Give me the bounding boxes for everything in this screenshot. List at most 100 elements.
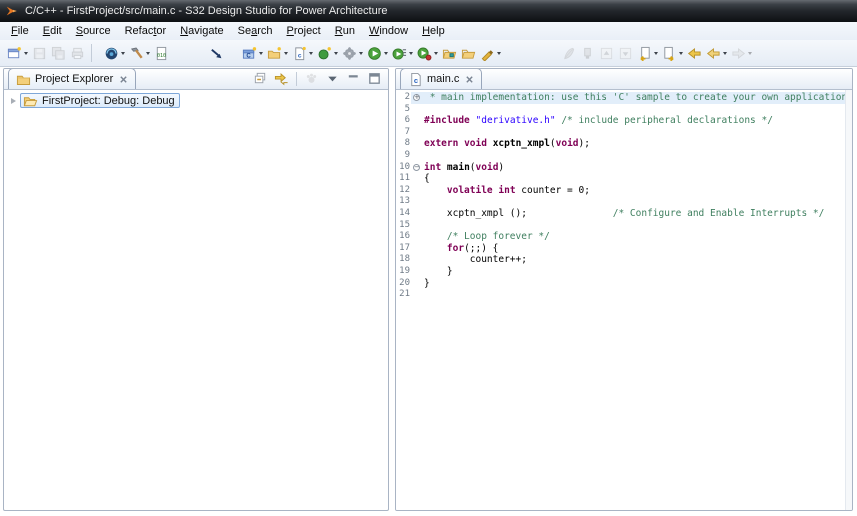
line-number[interactable]: 5 [396,104,411,116]
code-line[interactable]: 21 [396,289,845,301]
menu-help[interactable]: Help [415,23,452,39]
expander-arrow-icon[interactable] [11,98,16,104]
line-number[interactable]: 16 [396,231,411,243]
line-number[interactable]: 9 [396,150,411,162]
dropdown-arrow-icon[interactable] [24,52,28,55]
menu-search[interactable]: Search [231,23,280,39]
line-number[interactable]: 2 [396,92,411,104]
menu-window[interactable]: Window [362,23,415,39]
menu-source[interactable]: Source [69,23,118,39]
dropdown-arrow-icon[interactable] [679,52,683,55]
collapse-all-icon[interactable] [253,71,268,86]
code-line[interactable]: 12 volatile int counter = 0; [396,185,845,197]
config-tool-button[interactable] [340,42,365,64]
code-line[interactable]: 2+ * main implementation: use this 'C' s… [396,92,845,104]
code-line[interactable]: 11{ [396,173,845,185]
dropdown-arrow-icon[interactable] [259,52,263,55]
code-line[interactable]: 20} [396,278,845,290]
code-line[interactable]: 14 xcptn_xmpl (); /* Configure and Enabl… [396,208,845,220]
code-line[interactable]: 9 [396,150,845,162]
code-text: * main implementation: use this 'C' samp… [422,92,853,104]
line-number[interactable]: 15 [396,220,411,232]
run-button[interactable] [365,42,390,64]
next-edit-location-button[interactable] [660,42,685,64]
back-button[interactable] [704,42,729,64]
code-line[interactable]: 13 [396,196,845,208]
build-button[interactable] [127,42,152,64]
minimize-icon[interactable] [346,71,361,86]
tree-item-firstproject[interactable]: FirstProject: Debug: Debug [20,93,180,108]
fold-expand-icon[interactable]: + [413,94,420,101]
flash-programmer-button[interactable] [102,42,127,64]
menu-edit[interactable]: Edit [36,23,69,39]
line-number[interactable]: 17 [396,243,411,255]
code-line[interactable]: 5 [396,104,845,116]
code-line[interactable]: 15 [396,220,845,232]
link-with-editor-icon[interactable] [274,71,289,86]
profile-button[interactable] [415,42,440,64]
menu-refactor[interactable]: Refactor [118,23,174,39]
view-menu-icon[interactable] [325,71,340,86]
line-number[interactable]: 6 [396,115,411,127]
dropdown-arrow-icon[interactable] [146,52,150,55]
menu-project[interactable]: Project [280,23,328,39]
dropdown-arrow-icon[interactable] [334,52,338,55]
menu-run[interactable]: Run [328,23,362,39]
code-editor[interactable]: 2+ * main implementation: use this 'C' s… [396,90,845,510]
new-class-button[interactable] [315,42,340,64]
line-number[interactable]: 20 [396,278,411,290]
run-config-button[interactable] [390,42,415,64]
menu-navigate[interactable]: Navigate [173,23,230,39]
line-number[interactable]: 12 [396,185,411,197]
code-line[interactable]: 10−int main(void) [396,162,845,174]
highlight-pen-button[interactable] [478,42,503,64]
code-line[interactable]: 17 for(;;) { [396,243,845,255]
code-line[interactable]: 18 counter++; [396,254,845,266]
code-line[interactable]: 7 [396,127,845,139]
dropdown-arrow-icon[interactable] [654,52,658,55]
line-number[interactable]: 19 [396,266,411,278]
pointer-arrow-button[interactable] [207,42,226,64]
menu-file[interactable]: File [4,23,36,39]
new-project-button[interactable] [265,42,290,64]
dropdown-arrow-icon[interactable] [359,52,363,55]
binary-010-button[interactable]: 010 [152,42,171,64]
tab-main-c[interactable]: c main.c [400,68,482,89]
line-number[interactable]: 18 [396,254,411,266]
back-history-button[interactable] [685,42,704,64]
line-number[interactable]: 8 [396,138,411,150]
line-number[interactable]: 10 [396,162,411,174]
code-line[interactable]: 6#include "derivative.h" /* include peri… [396,115,845,127]
dropdown-arrow-icon[interactable] [497,52,501,55]
maximize-icon[interactable] [367,71,382,86]
code-line[interactable]: 16 /* Loop forever */ [396,231,845,243]
code-line[interactable]: 19 } [396,266,845,278]
dropdown-arrow-icon[interactable] [434,52,438,55]
new-wizard-button[interactable] [5,42,30,64]
line-number[interactable]: 7 [396,127,411,139]
code-line[interactable]: 8extern void xcptn_xmpl(void); [396,138,845,150]
line-number[interactable]: 11 [396,173,411,185]
dropdown-arrow-icon[interactable] [748,52,752,55]
dropdown-arrow-icon[interactable] [723,52,727,55]
close-icon[interactable] [465,75,474,84]
dropdown-arrow-icon[interactable] [384,52,388,55]
new-source-file-button[interactable]: c [290,42,315,64]
close-icon[interactable] [119,75,128,84]
overview-ruler[interactable] [845,90,852,510]
dropdown-arrow-icon[interactable] [309,52,313,55]
dropdown-arrow-icon[interactable] [409,52,413,55]
dropdown-arrow-icon[interactable] [284,52,288,55]
open-resource-button[interactable] [459,42,478,64]
new-c-project-button[interactable]: C [240,42,265,64]
line-number[interactable]: 13 [396,196,411,208]
open-resource-icon [461,46,476,61]
dropdown-arrow-icon[interactable] [121,52,125,55]
last-edit-location-button[interactable] [635,42,660,64]
fold-collapse-icon[interactable]: − [413,164,420,171]
line-number[interactable]: 21 [396,289,411,301]
line-number[interactable]: 14 [396,208,411,220]
title-bar[interactable]: C/C++ - FirstProject/src/main.c - S32 De… [0,0,857,22]
tab-project-explorer[interactable]: Project Explorer [8,68,136,89]
open-element-button[interactable] [440,42,459,64]
